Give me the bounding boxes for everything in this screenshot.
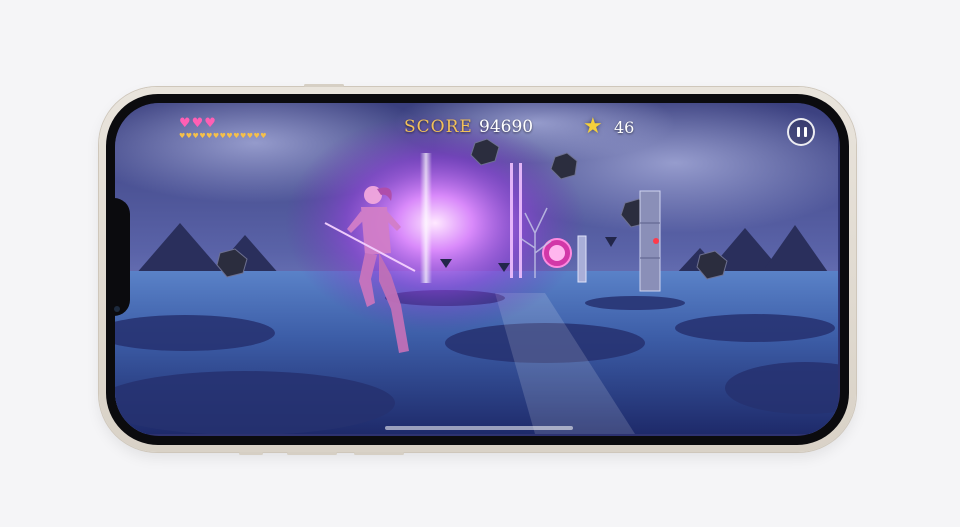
screen-bezel: ♥♥♥ ♥♥♥♥♥♥♥♥♥♥♥♥♥ SCORE 94690 ★ 46 xyxy=(106,94,849,445)
game-scene xyxy=(115,103,838,434)
health-hearts: ♥♥♥♥♥♥♥♥♥♥♥♥♥ xyxy=(179,132,268,140)
volume-button xyxy=(304,84,344,87)
star-icon: ★ xyxy=(583,114,603,139)
volume-button xyxy=(287,452,337,455)
score-label: SCORE xyxy=(404,117,473,137)
score-value: 94690 xyxy=(479,117,534,137)
iphone-device: ♥♥♥ ♥♥♥♥♥♥♥♥♥♥♥♥♥ SCORE 94690 ★ 46 xyxy=(99,84,856,455)
pause-button[interactable] xyxy=(787,118,815,146)
home-indicator[interactable] xyxy=(385,426,573,430)
power-button xyxy=(354,452,404,455)
dynamic-notch xyxy=(106,198,130,316)
game-screen[interactable]: ♥♥♥ ♥♥♥♥♥♥♥♥♥♥♥♥♥ SCORE 94690 ★ 46 xyxy=(115,103,840,436)
star-count: 46 xyxy=(614,118,635,137)
lives-hearts: ♥♥♥ xyxy=(179,116,217,131)
front-camera xyxy=(114,306,120,312)
volume-button xyxy=(239,452,263,455)
